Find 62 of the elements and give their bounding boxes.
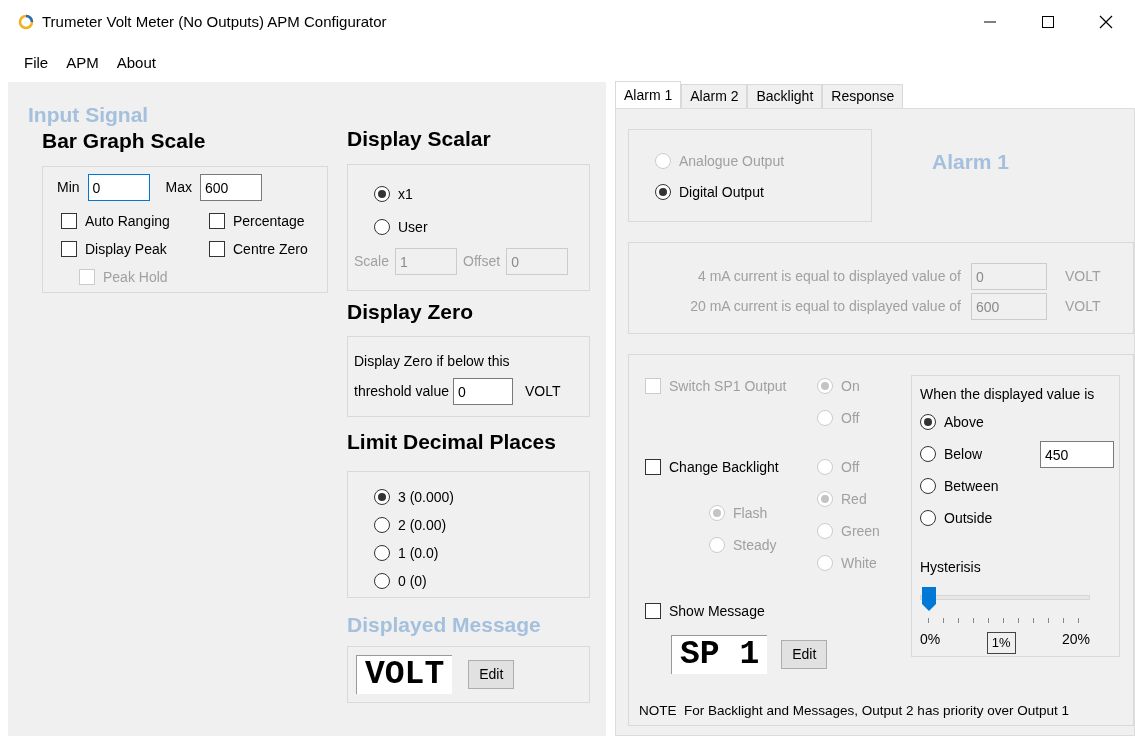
section-heading: Input Signal [28,102,150,128]
checkbox-option[interactable]: Display Peak [61,240,209,258]
edit-button[interactable]: Edit [781,640,828,669]
label-text: Offset [463,252,501,271]
message-display: SP 1 [671,635,768,674]
alarm-title: Alarm 1 [932,149,1010,175]
section-heading: Displayed Message [347,612,541,638]
input-field[interactable]: 0 [87,174,150,201]
group-heading: When the displayed value is [920,385,1096,404]
radio-option[interactable]: 1 (0.0) [374,544,589,562]
close-icon [1099,15,1113,29]
checkbox-option[interactable]: Auto Ranging [61,212,209,230]
slider-max-label: 20% [1061,630,1090,650]
section-heading: Display Scalar [347,126,491,152]
radio-option[interactable]: Above [920,413,1040,431]
unit-text: VOLT [1065,297,1101,316]
menu-item[interactable]: File [16,49,57,77]
label-text: Max [165,178,192,197]
slider-label: Hysterisis [920,558,982,577]
note-text: NOTE For Backlight and Messages, Output 2 has priority over Output 1 [639,701,1070,720]
radio-option[interactable]: Below [920,445,1040,463]
tab[interactable]: Response [822,84,904,108]
input-field[interactable]: 0 [452,378,513,405]
radio-option[interactable]: User [374,218,589,236]
radio-option[interactable]: Outside [920,509,1040,527]
label-text: 20 mA current is equal to displayed value of [689,297,961,316]
app-logo-icon [18,14,34,30]
radio-option[interactable]: 2 (0.00) [374,516,589,534]
unit-text: VOLT [524,382,561,401]
tab[interactable]: Backlight [747,84,823,108]
window-title: Trumeter Volt Meter (No Outputs) APM Configurator [42,11,387,32]
maximize-icon [1042,16,1054,28]
section-heading: Display Zero [347,299,474,325]
tab[interactable]: Alarm 1 [615,81,682,108]
section-heading: Bar Graph Scale [42,128,206,154]
checkbox-option[interactable]: Change Backlight [645,458,779,476]
minimize-icon [984,21,996,23]
description-text: Display Zero if below this [354,352,511,371]
label-text: Min [57,178,80,197]
menu-item[interactable]: APM [58,49,107,77]
slider-value: 1% [986,632,1016,654]
tab[interactable]: Alarm 2 [681,84,748,108]
checkbox-option[interactable]: Percentage [209,212,329,230]
radio-option[interactable]: x1 [374,185,589,203]
slider-min-label: 0% [920,630,941,650]
edit-button[interactable]: Edit [468,660,515,689]
unit-text: VOLT [1065,267,1101,286]
input-field[interactable]: 600 [200,174,262,201]
slider-thumb[interactable] [920,586,937,612]
checkbox-option[interactable]: Centre Zero [209,240,329,258]
menu-item[interactable]: About [108,49,164,77]
radio-option[interactable]: 3 (0.000) [374,488,589,506]
radio-option[interactable]: 0 (0) [374,572,589,590]
radio-option[interactable]: Between [920,477,1040,495]
input-field[interactable]: 450 [1040,441,1114,468]
message-display: VOLT [356,655,453,694]
label-text: Scale [354,252,390,271]
label-text: 4 mA current is equal to displayed value of [696,267,961,286]
section-heading: Limit Decimal Places [347,429,556,455]
label-text: threshold value [354,382,449,401]
radio-option[interactable]: Digital Output [655,183,871,201]
checkbox-option[interactable]: Show Message [645,602,765,620]
